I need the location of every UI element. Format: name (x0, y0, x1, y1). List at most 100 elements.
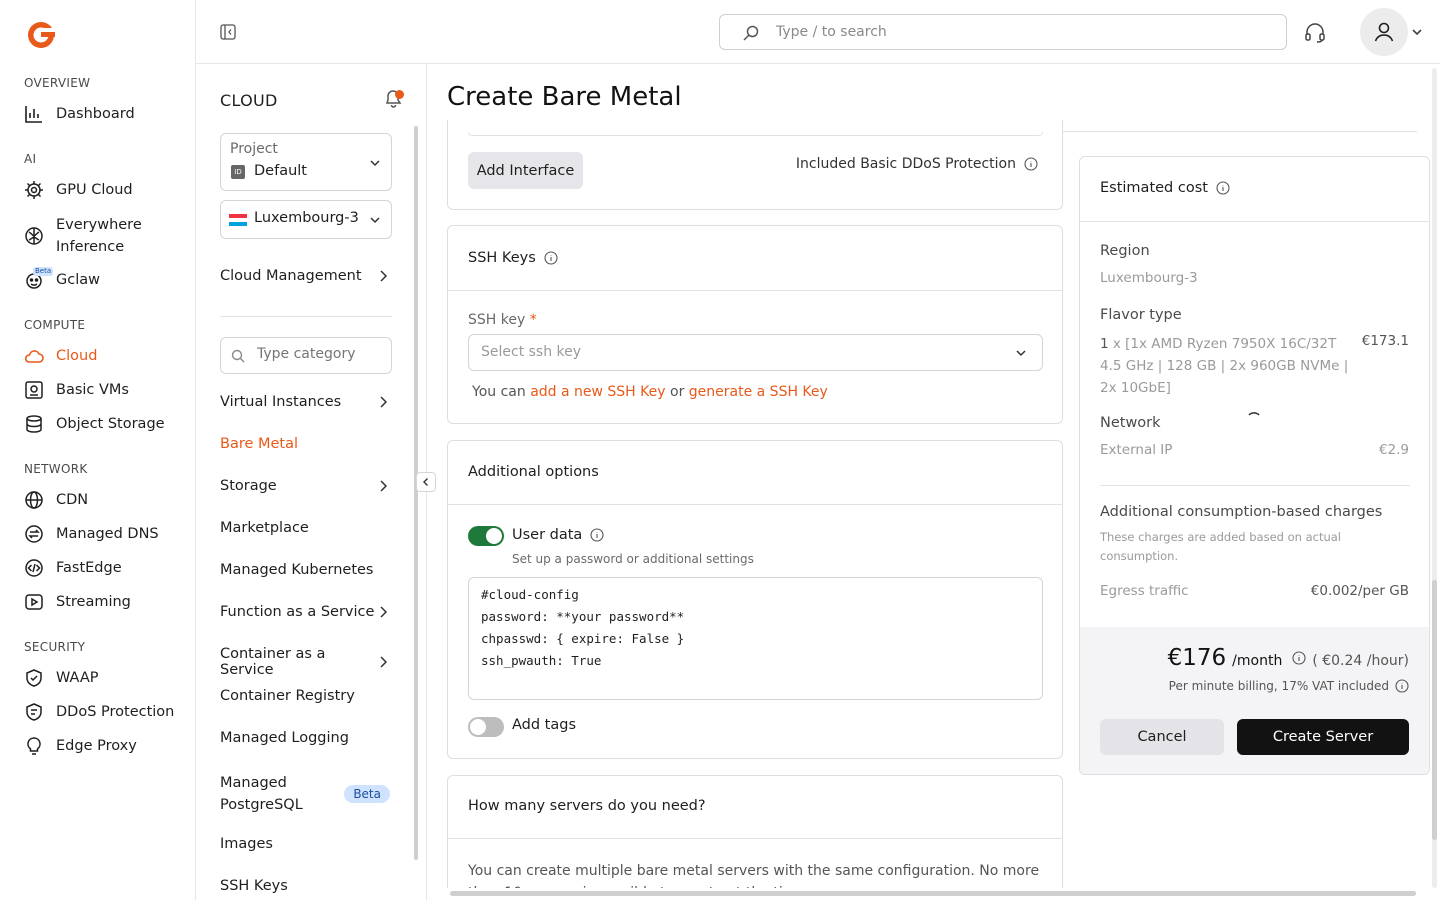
additional-options-title: Additional options (468, 464, 599, 480)
ssh-keys-header: SSH Keys (448, 226, 1062, 291)
ssh-help-prefix: You can (472, 384, 531, 400)
ssh-help-mid: or (665, 384, 689, 400)
horizontal-scrollbar[interactable] (450, 891, 1416, 896)
info-icon[interactable] (1292, 651, 1306, 665)
vm-icon (24, 380, 44, 400)
subnav-item-marketplace[interactable]: Marketplace (220, 520, 390, 536)
search-icon (231, 349, 245, 363)
region-label: Region (1100, 243, 1150, 259)
create-server-button[interactable]: Create Server (1237, 719, 1409, 755)
subnav-cloud-management[interactable]: Cloud Management (220, 268, 390, 284)
support-headset-icon[interactable] (1303, 21, 1327, 45)
subnav-item-ssh-keys[interactable]: SSH Keys (220, 878, 390, 894)
ddos-protection-note: Included Basic DDoS Protection (796, 156, 1038, 172)
lightbulb-icon (24, 736, 44, 756)
estimated-cost-title-text: Estimated cost (1100, 180, 1208, 196)
nav-object-storage[interactable]: Object Storage (24, 414, 189, 434)
subnav-item-managed-postgresql[interactable]: Managed PostgreSQL Beta (220, 772, 390, 816)
section-overview: OVERVIEW (24, 76, 91, 90)
info-icon[interactable] (1395, 679, 1409, 693)
user-avatar[interactable] (1360, 8, 1408, 56)
gclaw-beta-badge: Beta (33, 267, 54, 276)
project-select[interactable]: Project ID Default (220, 133, 392, 191)
chevron-down-icon (369, 214, 381, 226)
subnav-item-virtual-instances[interactable]: Virtual Instances (220, 394, 390, 410)
generate-ssh-key-link[interactable]: generate a SSH Key (689, 384, 828, 400)
nav-ddos-protection[interactable]: DDoS Protection (24, 702, 189, 722)
subnav-item-images[interactable]: Images (220, 836, 390, 852)
info-icon[interactable] (590, 528, 604, 542)
nav-dashboard[interactable]: Dashboard (24, 104, 189, 124)
additional-charges-desc: These charges are added based on actual … (1100, 530, 1342, 563)
global-search[interactable] (719, 14, 1287, 50)
nav-gclaw[interactable]: Beta Gclaw (24, 267, 189, 290)
collapse-sidebar-icon[interactable] (220, 24, 236, 40)
project-id-badge: ID (231, 165, 245, 179)
subnav-item-label: Marketplace (220, 520, 309, 536)
subnav-scrollbar[interactable] (414, 126, 418, 860)
add-interface-button[interactable]: Add Interface (468, 152, 583, 189)
add-tags-toggle[interactable] (468, 717, 504, 737)
category-search[interactable] (220, 337, 392, 374)
cloud-subnav: CLOUD Project ID Default Luxembourg-3 Cl… (196, 64, 427, 900)
flavor-type-label: Flavor type (1100, 307, 1182, 323)
egress-traffic-price: €0.002/per GB (1310, 583, 1409, 599)
section-network: NETWORK (24, 462, 88, 476)
search-input[interactable] (776, 21, 1256, 43)
info-icon[interactable] (1024, 157, 1038, 171)
subnav-item-container-as-a-service[interactable]: Container as a Service (220, 646, 390, 678)
category-search-input[interactable] (257, 346, 385, 362)
nav-basic-vms[interactable]: Basic VMs (24, 380, 189, 400)
network-card: Add Interface Included Basic DDoS Protec… (447, 120, 1063, 210)
luxembourg-flag-icon (229, 214, 247, 226)
subnav-item-label: Virtual Instances (220, 394, 342, 410)
user-data-textarea[interactable]: #cloud-config password: **your password*… (468, 577, 1043, 700)
cancel-button[interactable]: Cancel (1100, 719, 1224, 755)
subnav-item-managed-kubernetes[interactable]: Managed Kubernetes (220, 562, 390, 578)
add-tags-label: Add tags (512, 717, 577, 733)
add-ssh-key-link[interactable]: add a new SSH Key (530, 384, 665, 400)
chevron-right-icon (376, 479, 390, 493)
nav-fastedge[interactable]: FastEdge (24, 558, 189, 578)
additional-charges-title: Additional consumption-based charges (1100, 504, 1383, 520)
cost-divider (1100, 485, 1410, 486)
brain-icon (24, 226, 44, 246)
subnav-item-managed-logging[interactable]: Managed Logging (220, 730, 390, 746)
user-menu-chevron-down-icon[interactable] (1411, 26, 1423, 38)
vertical-scrollbar-thumb[interactable] (1432, 580, 1437, 840)
nav-object-storage-label: Object Storage (56, 416, 165, 432)
info-icon[interactable] (544, 251, 558, 265)
gcore-logo[interactable] (26, 20, 56, 50)
nav-ddos-label: DDoS Protection (56, 704, 175, 720)
nav-waap[interactable]: WAAP (24, 668, 189, 688)
nav-everywhere-inference[interactable]: Everywhere Inference (24, 214, 189, 258)
user-icon (1372, 20, 1396, 44)
nav-cloud[interactable]: Cloud (24, 346, 189, 366)
servers-count-card: How many servers do you need? You can cr… (447, 775, 1063, 900)
subnav-item-function-as-a-service[interactable]: Function as a Service (220, 604, 390, 620)
info-icon[interactable] (1216, 181, 1230, 195)
subnav-item-container-registry[interactable]: Container Registry (220, 688, 390, 704)
nav-cdn[interactable]: CDN (24, 490, 189, 510)
ssh-key-select[interactable]: Select ssh key (468, 334, 1043, 371)
nav-edge-proxy[interactable]: Edge Proxy (24, 736, 189, 756)
additional-options-header: Additional options (448, 441, 1062, 505)
nav-streaming[interactable]: Streaming (24, 592, 189, 612)
chevron-left-icon (421, 477, 431, 487)
user-data-toggle[interactable] (468, 526, 504, 546)
flavor-price: €173.1 (1361, 333, 1409, 349)
region-select[interactable]: Luxembourg-3 (220, 200, 392, 239)
nav-edge-proxy-label: Edge Proxy (56, 738, 137, 754)
section-security: SECURITY (24, 640, 86, 654)
notification-bell-icon[interactable] (384, 88, 406, 108)
nav-gpu-cloud[interactable]: GPU Cloud (24, 180, 189, 200)
subnav-item-storage[interactable]: Storage (220, 478, 390, 494)
nav-managed-dns[interactable]: Managed DNS (24, 524, 189, 544)
loading-spinner-icon (1246, 411, 1262, 427)
chevron-right-icon (376, 605, 390, 619)
total-price: €176 (1167, 645, 1227, 671)
subnav-item-bare-metal[interactable]: Bare Metal (220, 436, 390, 452)
collapse-subnav-handle[interactable] (416, 472, 436, 492)
subnav-item-label: Managed Logging (220, 730, 349, 746)
nav-basic-vms-label: Basic VMs (56, 382, 129, 398)
